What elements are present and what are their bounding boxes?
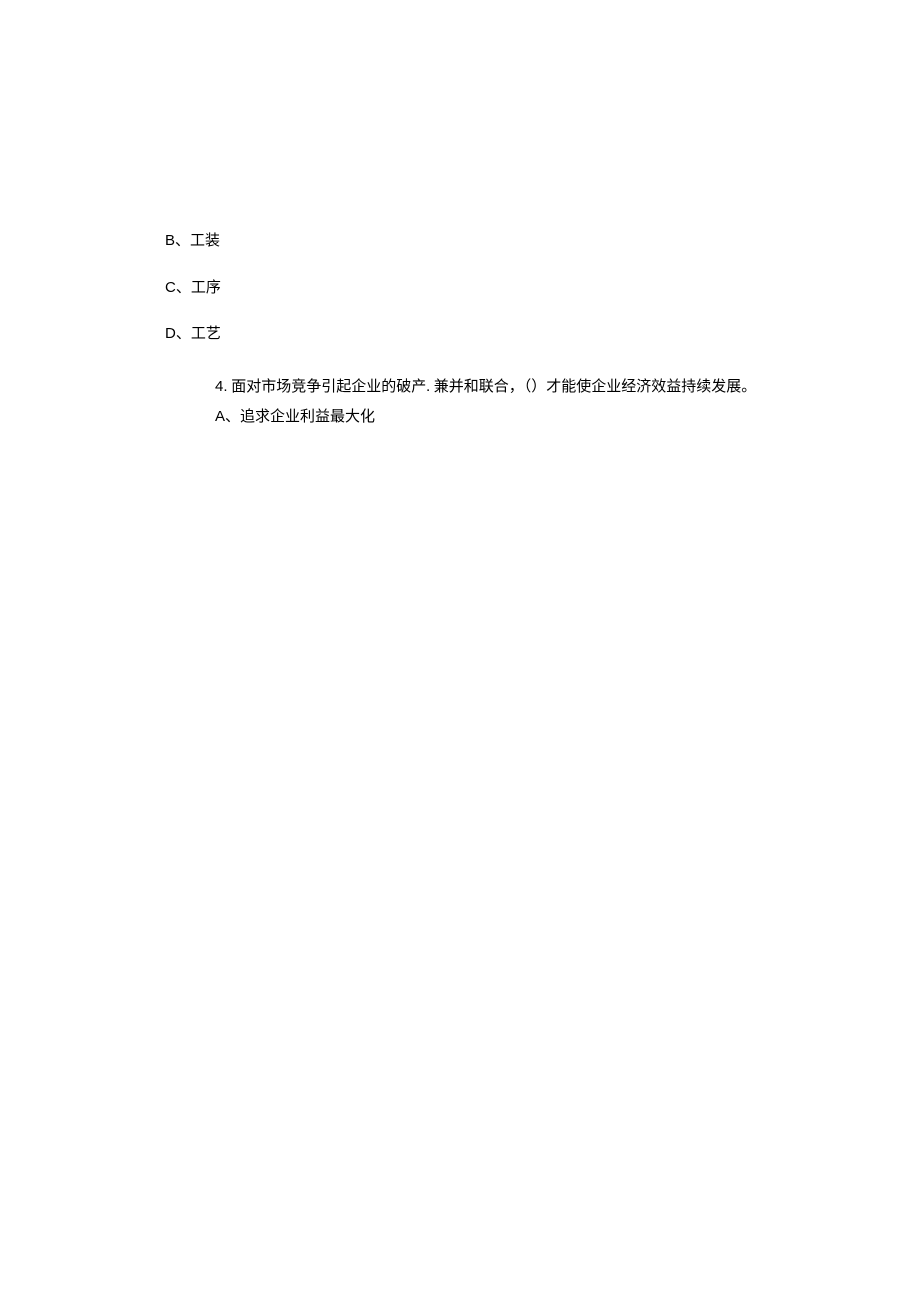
option-c-text: 工序 [191,279,221,296]
option-c: C、工序 [165,277,756,300]
option-b-text: 工装 [190,232,220,249]
option-a-label: A、 [215,408,240,425]
option-d-text: 工艺 [191,325,221,342]
question-4: 4. 面对市场竞争引起企业的破产. 兼并和联合，（）才能使企业经济效益持续发展。 [165,376,756,399]
option-d: D、工艺 [165,323,756,346]
question-number: 4. [215,378,228,395]
question-text: 面对市场竞争引起企业的破产. 兼并和联合，（）才能使企业经济效益持续发展。 [228,379,757,395]
option-a: A、追求企业利益最大化 [165,406,756,429]
option-b-label: B、 [165,232,190,249]
option-d-label: D、 [165,325,191,342]
option-c-label: C、 [165,279,191,296]
option-b: B、工装 [165,230,756,253]
option-a-text: 追求企业利益最大化 [240,409,375,425]
